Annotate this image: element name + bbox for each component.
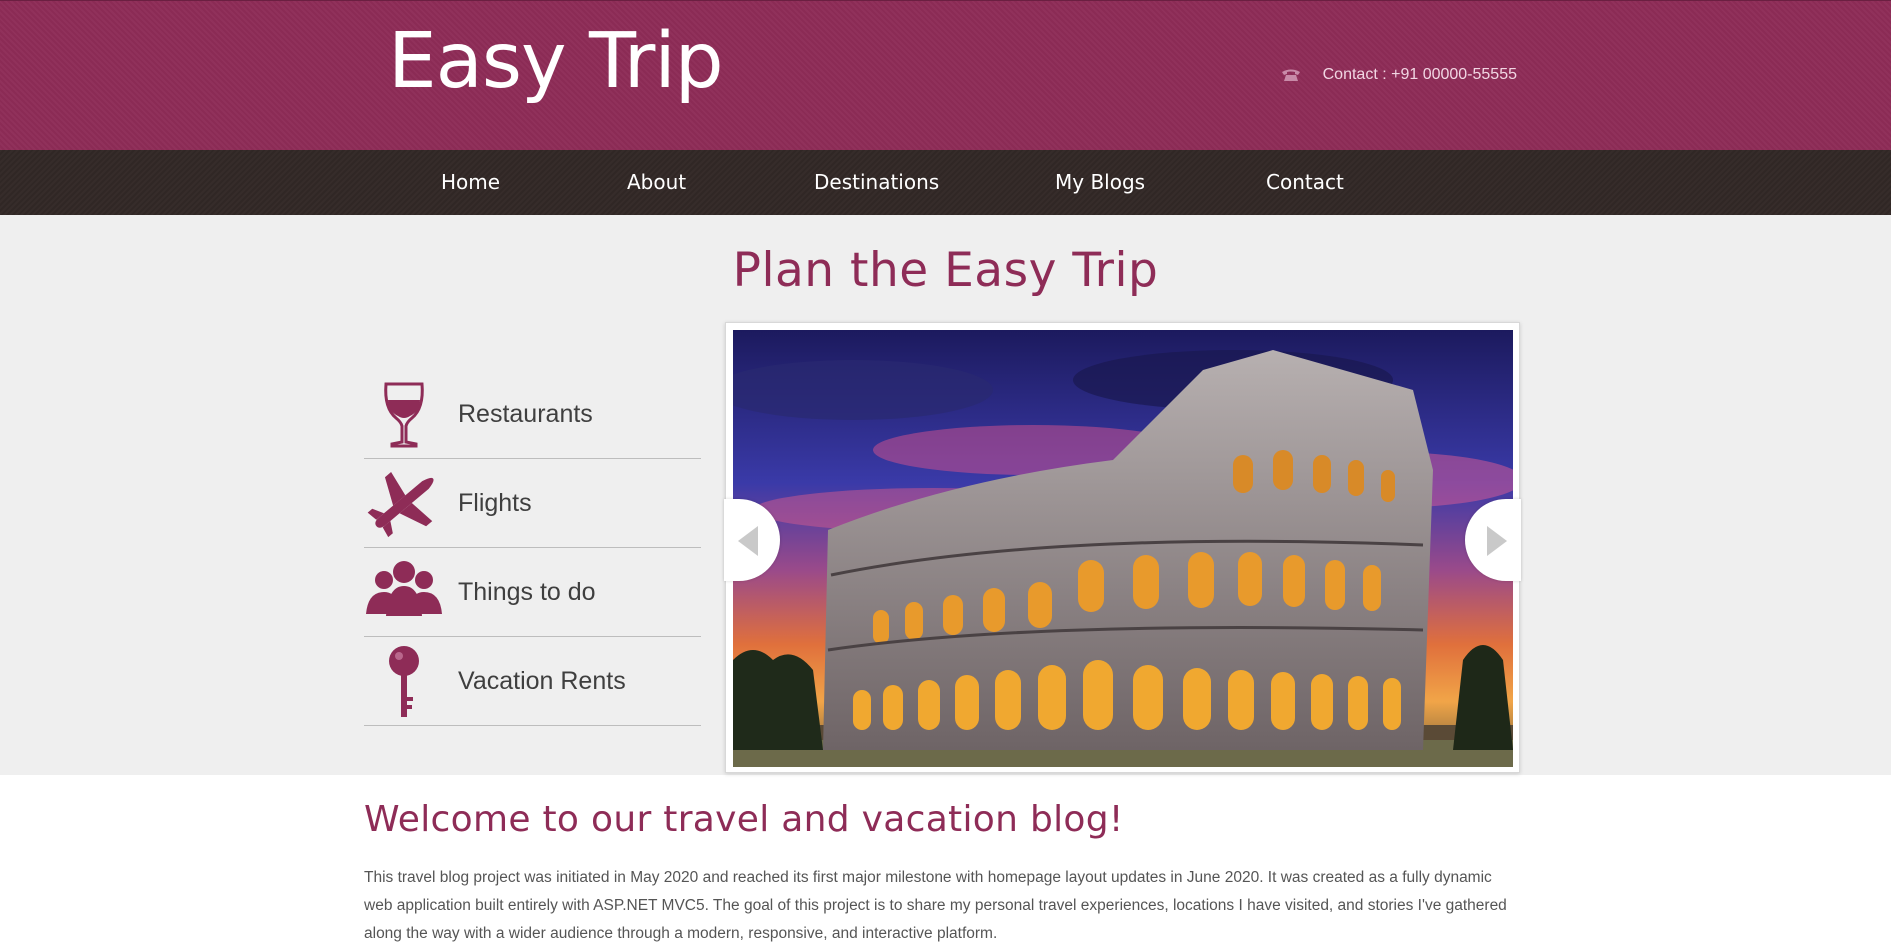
- people-icon: [364, 556, 444, 628]
- welcome-title: Welcome to our travel and vacation blog!: [364, 799, 1124, 840]
- service-label: Restaurants: [458, 400, 593, 428]
- service-flights[interactable]: Flights: [364, 459, 701, 548]
- arrow-left-icon: [738, 526, 758, 556]
- service-label: Things to do: [458, 578, 596, 606]
- nav-about[interactable]: About: [627, 150, 686, 215]
- nav-home[interactable]: Home: [441, 150, 500, 215]
- site-header: Easy Trip Contact : +91 00000-55555: [0, 0, 1891, 150]
- nav-my-blogs[interactable]: My Blogs: [1055, 150, 1145, 215]
- nav-contact[interactable]: Contact: [1266, 150, 1344, 215]
- welcome-text: This travel blog project was initiated i…: [364, 869, 1507, 942]
- nav-destinations[interactable]: Destinations: [814, 150, 939, 215]
- site-logo[interactable]: Easy Trip: [388, 23, 724, 100]
- service-label: Vacation Rents: [458, 667, 626, 695]
- arrow-right-icon: [1487, 526, 1507, 556]
- service-restaurants[interactable]: Restaurants: [364, 370, 701, 459]
- service-vacation-rents[interactable]: Vacation Rents: [364, 637, 701, 726]
- hero-title: Plan the Easy Trip: [732, 243, 1159, 298]
- image-slider: [724, 322, 1521, 773]
- hero-section: Plan the Easy Trip Restaurants Flights T…: [0, 215, 1891, 775]
- contact-info: Contact : +91 00000-55555: [1281, 66, 1517, 84]
- airplane-icon: [364, 467, 444, 539]
- service-label: Flights: [458, 489, 532, 517]
- contact-text: Contact : +91 00000-55555: [1322, 66, 1517, 83]
- colosseum-image: [733, 330, 1513, 767]
- welcome-section: Welcome to our travel and vacation blog!…: [364, 775, 1520, 948]
- wine-glass-icon: [364, 378, 444, 450]
- services-list: Restaurants Flights Things to do Vacatio…: [364, 370, 701, 726]
- main-nav: Home About Destinations My Blogs Contact: [0, 150, 1891, 215]
- service-things-to-do[interactable]: Things to do: [364, 548, 701, 637]
- phone-icon: [1281, 68, 1301, 82]
- key-icon: [364, 645, 444, 717]
